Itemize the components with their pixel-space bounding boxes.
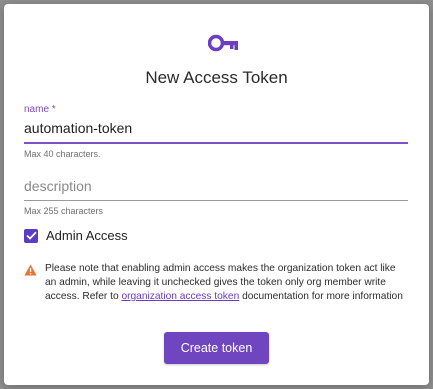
warning-icon [24,264,37,276]
admin-access-label[interactable]: Admin Access [46,228,128,243]
admin-access-row[interactable]: Admin Access [24,228,128,243]
name-field: name * Max 40 characters. [24,104,408,159]
description-input-underline [24,200,408,201]
description-helper-text: Max 255 characters [24,206,104,216]
name-field-label: name * [24,104,56,115]
name-input[interactable] [24,116,408,142]
admin-access-checkbox[interactable] [24,228,38,243]
description-field: Max 255 characters [24,174,408,216]
name-helper-text: Max 40 characters. [24,149,101,159]
warning-text-after: documentation for more information [239,291,403,302]
organization-access-token-link[interactable]: organization access token [121,291,239,302]
dialog-title: New Access Token [145,68,288,87]
admin-warning: Please note that enabling admin access m… [24,262,409,304]
warning-text: Please note that enabling admin access m… [45,262,409,304]
key-icon [208,34,238,52]
name-input-underline [24,142,408,144]
new-access-token-dialog: New Access Token name * Max 40 character… [4,4,429,385]
description-input[interactable] [24,174,408,200]
checkmark-icon [25,231,37,240]
create-token-button[interactable]: Create token [164,332,269,364]
